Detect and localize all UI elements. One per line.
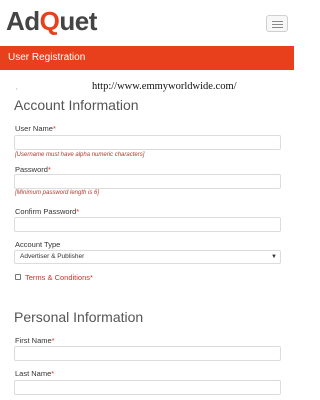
account-type-select[interactable]: Advertiser & Publisher ▼ bbox=[14, 250, 281, 264]
account-type-label: Account Type bbox=[15, 240, 61, 249]
menu-bar bbox=[272, 24, 283, 25]
account-information-heading: Account Information bbox=[14, 97, 139, 113]
terms-link[interactable]: Terms & Conditions* bbox=[25, 273, 93, 282]
password-hint: [Minimum password length is 6] bbox=[15, 190, 100, 196]
hamburger-icon[interactable] bbox=[266, 15, 288, 32]
password-input[interactable] bbox=[14, 174, 281, 189]
confirm-password-label: Confirm Password* bbox=[15, 207, 80, 216]
username-input[interactable] bbox=[14, 135, 281, 150]
logo-text-ad: Ad bbox=[6, 6, 40, 36]
menu-bar bbox=[272, 21, 283, 22]
account-type-value: Advertiser & Publisher bbox=[20, 253, 85, 260]
last-name-label: Last Name* bbox=[15, 369, 55, 378]
decorative-dot: ▪ bbox=[16, 86, 18, 91]
caret-down-icon: ▼ bbox=[271, 254, 277, 260]
page-title-banner: User Registration bbox=[0, 46, 294, 70]
password-label: Password* bbox=[15, 165, 51, 174]
logo-text-q: Q bbox=[39, 6, 60, 36]
menu-bar bbox=[272, 27, 283, 28]
first-name-label: First Name* bbox=[15, 336, 55, 345]
app-header: AdQuet bbox=[0, 0, 294, 46]
personal-information-heading: Personal Information bbox=[14, 309, 144, 325]
first-name-input[interactable] bbox=[14, 346, 281, 361]
last-name-input[interactable] bbox=[14, 380, 281, 395]
watermark-url: http://www.emmyworldwide.com/ bbox=[92, 81, 237, 92]
terms-checkbox[interactable] bbox=[15, 274, 21, 280]
username-label: User Name* bbox=[15, 124, 56, 133]
adquet-logo[interactable]: AdQuet bbox=[6, 6, 97, 36]
logo-text-uet: uet bbox=[59, 6, 97, 36]
confirm-password-input[interactable] bbox=[14, 217, 281, 232]
username-hint: [Username must have alpha numeric charac… bbox=[15, 152, 145, 158]
